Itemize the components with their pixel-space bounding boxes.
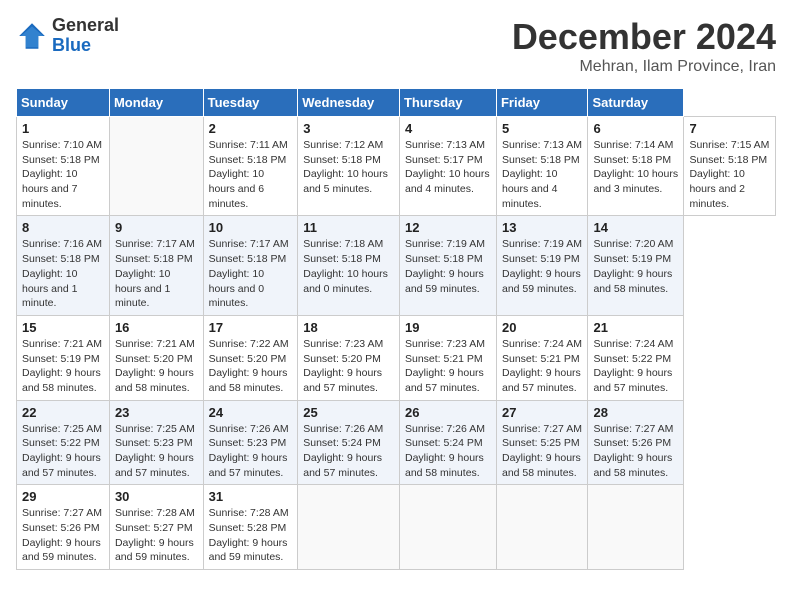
table-row: 17Sunrise: 7:22 AMSunset: 5:20 PMDayligh…	[203, 315, 298, 400]
calendar-week-5: 29Sunrise: 7:27 AMSunset: 5:26 PMDayligh…	[17, 485, 776, 570]
table-row: 23Sunrise: 7:25 AMSunset: 5:23 PMDayligh…	[109, 400, 203, 485]
table-row: 12Sunrise: 7:19 AMSunset: 5:18 PMDayligh…	[399, 216, 496, 315]
table-row: 5Sunrise: 7:13 AMSunset: 5:18 PMDaylight…	[496, 117, 587, 216]
logo-icon	[16, 20, 48, 52]
table-row: 26Sunrise: 7:26 AMSunset: 5:24 PMDayligh…	[399, 400, 496, 485]
calendar-week-2: 8Sunrise: 7:16 AMSunset: 5:18 PMDaylight…	[17, 216, 776, 315]
logo-text: General Blue	[52, 16, 119, 56]
table-row: 8Sunrise: 7:16 AMSunset: 5:18 PMDaylight…	[17, 216, 110, 315]
header-tuesday: Tuesday	[203, 89, 298, 117]
table-row: 4Sunrise: 7:13 AMSunset: 5:17 PMDaylight…	[399, 117, 496, 216]
page-header: General Blue December 2024 Mehran, Ilam …	[16, 16, 776, 76]
table-row	[298, 485, 400, 570]
table-row: 21Sunrise: 7:24 AMSunset: 5:22 PMDayligh…	[588, 315, 684, 400]
table-row	[588, 485, 684, 570]
table-row: 31Sunrise: 7:28 AMSunset: 5:28 PMDayligh…	[203, 485, 298, 570]
table-row: 16Sunrise: 7:21 AMSunset: 5:20 PMDayligh…	[109, 315, 203, 400]
logo: General Blue	[16, 16, 119, 56]
table-row: 13Sunrise: 7:19 AMSunset: 5:19 PMDayligh…	[496, 216, 587, 315]
table-row	[399, 485, 496, 570]
table-row: 28Sunrise: 7:27 AMSunset: 5:26 PMDayligh…	[588, 400, 684, 485]
table-row: 30Sunrise: 7:28 AMSunset: 5:27 PMDayligh…	[109, 485, 203, 570]
header-wednesday: Wednesday	[298, 89, 400, 117]
table-row: 29Sunrise: 7:27 AMSunset: 5:26 PMDayligh…	[17, 485, 110, 570]
header-thursday: Thursday	[399, 89, 496, 117]
table-row: 19Sunrise: 7:23 AMSunset: 5:21 PMDayligh…	[399, 315, 496, 400]
table-row: 11Sunrise: 7:18 AMSunset: 5:18 PMDayligh…	[298, 216, 400, 315]
logo-blue: Blue	[52, 36, 119, 56]
location: Mehran, Ilam Province, Iran	[512, 58, 776, 76]
calendar-week-1: 1Sunrise: 7:10 AMSunset: 5:18 PMDaylight…	[17, 117, 776, 216]
table-row: 22Sunrise: 7:25 AMSunset: 5:22 PMDayligh…	[17, 400, 110, 485]
header-friday: Friday	[496, 89, 587, 117]
header-sunday: Sunday	[17, 89, 110, 117]
table-row: 1Sunrise: 7:10 AMSunset: 5:18 PMDaylight…	[17, 117, 110, 216]
calendar-week-4: 22Sunrise: 7:25 AMSunset: 5:22 PMDayligh…	[17, 400, 776, 485]
table-row: 20Sunrise: 7:24 AMSunset: 5:21 PMDayligh…	[496, 315, 587, 400]
table-row: 18Sunrise: 7:23 AMSunset: 5:20 PMDayligh…	[298, 315, 400, 400]
calendar-week-3: 15Sunrise: 7:21 AMSunset: 5:19 PMDayligh…	[17, 315, 776, 400]
calendar-table: Sunday Monday Tuesday Wednesday Thursday…	[16, 88, 776, 570]
table-row: 10Sunrise: 7:17 AMSunset: 5:18 PMDayligh…	[203, 216, 298, 315]
table-row: 14Sunrise: 7:20 AMSunset: 5:19 PMDayligh…	[588, 216, 684, 315]
table-row: 27Sunrise: 7:27 AMSunset: 5:25 PMDayligh…	[496, 400, 587, 485]
table-row: 7Sunrise: 7:15 AMSunset: 5:18 PMDaylight…	[684, 117, 776, 216]
table-row: 25Sunrise: 7:26 AMSunset: 5:24 PMDayligh…	[298, 400, 400, 485]
table-row: 2Sunrise: 7:11 AMSunset: 5:18 PMDaylight…	[203, 117, 298, 216]
table-row: 3Sunrise: 7:12 AMSunset: 5:18 PMDaylight…	[298, 117, 400, 216]
table-row: 9Sunrise: 7:17 AMSunset: 5:18 PMDaylight…	[109, 216, 203, 315]
title-block: December 2024 Mehran, Ilam Province, Ira…	[512, 16, 776, 76]
table-row: 6Sunrise: 7:14 AMSunset: 5:18 PMDaylight…	[588, 117, 684, 216]
table-row: 24Sunrise: 7:26 AMSunset: 5:23 PMDayligh…	[203, 400, 298, 485]
month-title: December 2024	[512, 16, 776, 58]
header-monday: Monday	[109, 89, 203, 117]
table-row: 15Sunrise: 7:21 AMSunset: 5:19 PMDayligh…	[17, 315, 110, 400]
header-saturday: Saturday	[588, 89, 684, 117]
logo-general: General	[52, 16, 119, 36]
days-header-row: Sunday Monday Tuesday Wednesday Thursday…	[17, 89, 776, 117]
table-row	[109, 117, 203, 216]
table-row	[496, 485, 587, 570]
